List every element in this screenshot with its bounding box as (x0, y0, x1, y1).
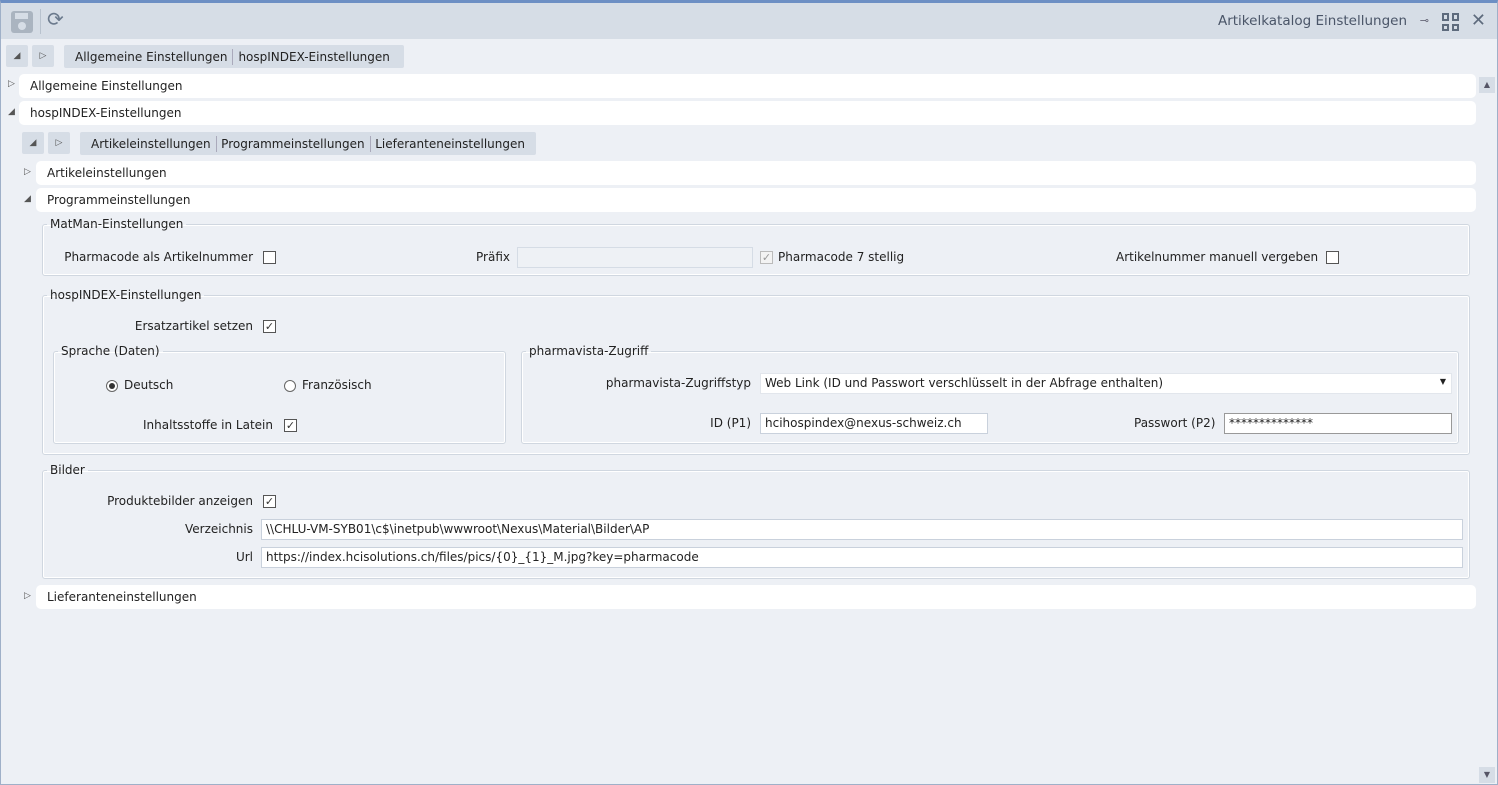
expand-icon[interactable]: ▷ (8, 79, 15, 89)
collapse-all-button[interactable]: ◢ (6, 45, 28, 67)
section-title: Programmeinstellungen (47, 193, 191, 207)
section-title: Lieferanteneinstellungen (47, 590, 197, 604)
crumb-allgemein[interactable]: Allgemeine Einstellungen (70, 50, 232, 64)
pin-icon[interactable]: ⊸ (1420, 14, 1429, 27)
praefix-input[interactable] (517, 247, 753, 268)
toolbar: ⟳ Artikelkatalog Einstellungen ⊸ ✕ (1, 3, 1497, 39)
scrollbar[interactable]: ▲ ▼ (1479, 41, 1495, 785)
collapse-icon[interactable]: ◢ (8, 107, 15, 117)
latein-checkbox[interactable]: ✓ (284, 419, 297, 432)
url-label: Url (235, 550, 253, 564)
section-programm[interactable]: Programmeinstellungen (36, 188, 1476, 212)
group-legend: Bilder (50, 463, 85, 477)
save-icon[interactable] (11, 11, 33, 33)
collapse-all-button-inner[interactable]: ◢ (22, 132, 44, 154)
group-legend: pharmavista-Zugriff (529, 344, 649, 358)
id-input[interactable]: hcihospindex@nexus-schweiz.ch (760, 413, 988, 434)
section-title: Artikeleinstellungen (47, 166, 167, 180)
section-hospindex[interactable]: hospINDEX-Einstellungen (19, 101, 1476, 125)
ersatz-checkbox[interactable]: ✓ (263, 320, 276, 333)
manuell-label: Artikelnummer manuell vergeben (1116, 250, 1319, 264)
latein-label: Inhaltsstoffe in Latein (143, 418, 273, 432)
group-legend: MatMan-Einstellungen (50, 217, 184, 231)
expand-all-button[interactable]: ▷ (32, 45, 54, 67)
chevron-down-icon: ▼ (1439, 377, 1446, 386)
passwort-label: Passwort (P2) (1134, 416, 1216, 430)
anzeigen-checkbox[interactable]: ✓ (263, 495, 276, 508)
radio-franzoesisch[interactable] (284, 380, 296, 392)
crumb-lieferanten[interactable]: Lieferanteneinstellungen (370, 137, 530, 151)
pharmacode-label: Pharmacode als Artikelnummer (64, 250, 253, 264)
passwort-input[interactable]: ************** (1224, 413, 1452, 434)
collapse-icon[interactable]: ◢ (24, 194, 31, 204)
section-lieferanten[interactable]: Lieferanteneinstellungen (36, 585, 1476, 609)
section-title: hospINDEX-Einstellungen (30, 106, 182, 120)
refresh-icon[interactable]: ⟳ (47, 7, 64, 31)
section-artikel[interactable]: Artikeleinstellungen (36, 161, 1476, 185)
sprache-group: Sprache (Daten) (53, 344, 506, 444)
section-allgemein[interactable]: Allgemeine Einstellungen (19, 74, 1476, 98)
crumb-artikel[interactable]: Artikeleinstellungen (86, 137, 216, 151)
manuell-checkbox[interactable] (1326, 251, 1339, 264)
verzeichnis-input[interactable]: \\CHLU-VM-SYB01\c$\inetpub\wwwroot\Nexus… (261, 519, 1463, 540)
window-title: Artikelkatalog Einstellungen (1217, 13, 1407, 29)
breadcrumb: Allgemeine Einstellungen hospINDEX-Einst… (64, 45, 404, 68)
breadcrumb-inner: Artikeleinstellungen Programmeinstellung… (80, 132, 536, 155)
pharmacode7-label: Pharmacode 7 stellig (778, 250, 905, 264)
toolbar-divider (40, 9, 41, 34)
expand-all-button-inner[interactable]: ▷ (48, 132, 70, 154)
deutsch-label: Deutsch (124, 378, 174, 392)
matman-group: MatMan-Einstellungen (42, 217, 1470, 276)
section-title: Allgemeine Einstellungen (30, 79, 183, 93)
verzeichnis-label: Verzeichnis (184, 522, 253, 536)
expand-icon[interactable]: ▷ (24, 167, 31, 177)
crumb-hospindex[interactable]: hospINDEX-Einstellungen (233, 50, 394, 64)
group-legend: hospINDEX-Einstellungen (50, 288, 202, 302)
scroll-down-icon[interactable]: ▼ (1479, 767, 1495, 783)
praefix-label: Präfix (476, 250, 510, 264)
ersatz-label: Ersatzartikel setzen (134, 319, 253, 333)
scroll-up-icon[interactable]: ▲ (1479, 77, 1495, 93)
zugriffstyp-value: Web Link (ID und Passwort verschlüsselt … (765, 376, 1164, 390)
close-icon[interactable]: ✕ (1471, 10, 1486, 31)
expand-icon[interactable]: ▷ (24, 591, 31, 601)
zugriffstyp-select[interactable]: Web Link (ID und Passwort verschlüsselt … (760, 373, 1452, 394)
radio-deutsch[interactable] (106, 380, 118, 392)
pharmacode-checkbox[interactable] (263, 251, 276, 264)
zugriffstyp-label: pharmavista-Zugriffstyp (605, 376, 751, 390)
id-label: ID (P1) (710, 416, 751, 430)
url-input[interactable]: https://index.hcisolutions.ch/files/pics… (261, 547, 1463, 568)
anzeigen-label: Produktebilder anzeigen (107, 494, 253, 508)
franzoesisch-label: Französisch (302, 378, 372, 392)
pharmacode7-checkbox[interactable]: ✓ (760, 251, 773, 264)
settings-window: ⟳ Artikelkatalog Einstellungen ⊸ ✕ ◢ ▷ A… (0, 0, 1498, 785)
layout-grid-icon[interactable] (1442, 13, 1460, 31)
crumb-programm[interactable]: Programmeinstellungen (216, 137, 369, 151)
group-legend: Sprache (Daten) (61, 344, 160, 358)
